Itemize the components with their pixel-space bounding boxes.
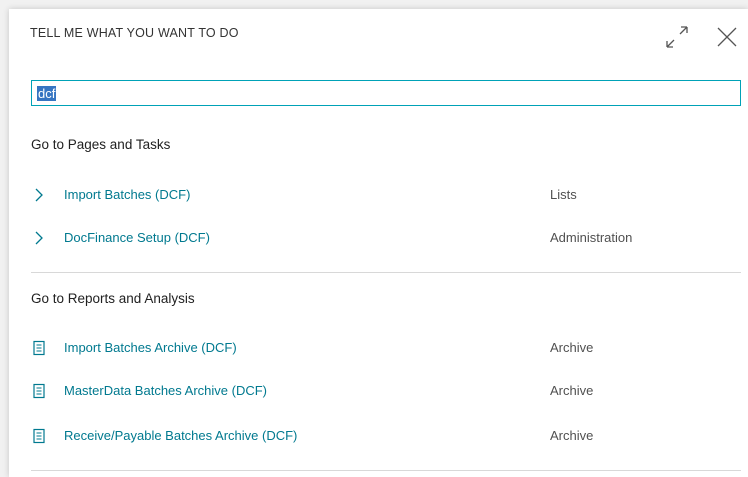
section-divider bbox=[31, 272, 741, 273]
report-icon bbox=[33, 383, 45, 399]
result-item-category: Administration bbox=[550, 230, 633, 245]
search-input-box[interactable]: dcf bbox=[31, 80, 741, 106]
chevron-right-icon bbox=[35, 188, 43, 202]
result-item[interactable]: Receive/Payable Batches Archive (DCF) Ar… bbox=[9, 420, 748, 452]
result-item[interactable]: Import Batches (DCF) Lists bbox=[9, 179, 748, 211]
result-item[interactable]: DocFinance Setup (DCF) Administration bbox=[9, 222, 748, 254]
result-item-label[interactable]: DocFinance Setup (DCF) bbox=[64, 230, 210, 245]
expand-icon bbox=[666, 26, 688, 48]
result-item-label[interactable]: Import Batches Archive (DCF) bbox=[64, 340, 237, 355]
result-item-label[interactable]: MasterData Batches Archive (DCF) bbox=[64, 383, 267, 398]
result-item-category: Archive bbox=[550, 428, 594, 443]
dialog-header: TELL ME WHAT YOU WANT TO DO bbox=[9, 9, 748, 67]
result-item-category: Archive bbox=[550, 383, 594, 398]
close-icon bbox=[717, 27, 737, 47]
result-item-label[interactable]: Receive/Payable Batches Archive (DCF) bbox=[64, 428, 297, 443]
dialog-title: TELL ME WHAT YOU WANT TO DO bbox=[30, 26, 239, 40]
result-item[interactable]: Import Batches Archive (DCF) Archive bbox=[9, 332, 748, 364]
close-button[interactable] bbox=[714, 24, 740, 50]
report-icon bbox=[33, 340, 45, 356]
tell-me-dialog: TELL ME WHAT YOU WANT TO DO dcf Go to Pa… bbox=[9, 9, 748, 477]
result-item-category: Lists bbox=[550, 187, 577, 202]
section-divider bbox=[31, 470, 741, 471]
expand-button[interactable] bbox=[664, 24, 690, 50]
report-icon bbox=[33, 428, 45, 444]
result-item-category: Archive bbox=[550, 340, 594, 355]
section-title-pages-tasks: Go to Pages and Tasks bbox=[31, 137, 171, 152]
result-item-label[interactable]: Import Batches (DCF) bbox=[64, 187, 190, 202]
chevron-right-icon bbox=[35, 231, 43, 245]
section-title-reports-analysis: Go to Reports and Analysis bbox=[31, 291, 195, 306]
search-input[interactable] bbox=[37, 81, 740, 105]
result-item[interactable]: MasterData Batches Archive (DCF) Archive bbox=[9, 375, 748, 407]
